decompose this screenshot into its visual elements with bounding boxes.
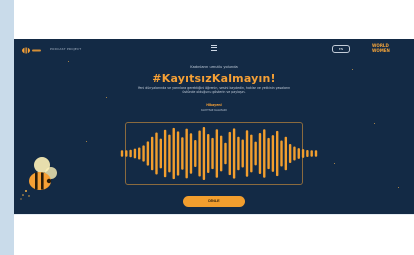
wave-bar xyxy=(194,140,197,167)
wave-bar xyxy=(129,149,132,158)
hero-screen: PODCAST PROJECT EN WORLD WOMEN Kadınları… xyxy=(14,39,414,214)
wave-bar xyxy=(168,134,171,173)
wave-bar xyxy=(245,130,249,177)
menu-icon[interactable] xyxy=(211,45,217,51)
listen-sub: KAYITSIZ KALMADI xyxy=(201,108,227,112)
wave-bar xyxy=(314,150,318,157)
wave-bar xyxy=(306,149,309,158)
wave-bar xyxy=(280,140,283,167)
star-dot xyxy=(334,163,336,165)
wave-bar xyxy=(138,147,141,160)
wave-bar xyxy=(176,131,180,176)
bee-logo-icon[interactable] xyxy=(20,46,42,55)
wave-bar xyxy=(237,136,240,171)
page-card: PODCAST PROJECT EN WORLD WOMEN Kadınları… xyxy=(14,0,414,255)
wave-bar xyxy=(276,130,279,177)
top-white-area xyxy=(14,0,414,39)
wave-bar xyxy=(310,150,313,157)
star-dot xyxy=(352,69,354,71)
wave-bar xyxy=(254,141,257,166)
brand-word-2: WOMEN xyxy=(372,47,390,53)
wave-bar xyxy=(202,127,206,180)
wave-bar xyxy=(271,135,275,172)
wave-bar xyxy=(228,131,231,176)
wave-bar xyxy=(189,133,193,174)
wave-bar xyxy=(146,141,150,166)
wave-bar xyxy=(250,134,253,173)
wave-bar xyxy=(185,128,188,179)
wave-bar xyxy=(215,129,219,178)
wave-bar xyxy=(224,142,227,165)
wave-bar xyxy=(297,148,300,159)
wave-bar xyxy=(293,146,296,161)
wave-bar xyxy=(142,145,145,162)
wave-bar xyxy=(155,132,158,175)
star-dot xyxy=(86,141,88,143)
wave-bar xyxy=(181,137,184,170)
brand-logo-right[interactable]: WORLD WOMEN xyxy=(372,43,402,53)
language-button[interactable]: EN xyxy=(332,45,350,53)
wave-bar xyxy=(241,139,244,168)
hero-description: Yeni dünyalarında ve yarınlara gerektiği… xyxy=(137,86,291,95)
wave-bar xyxy=(232,128,236,179)
star-dot xyxy=(374,123,376,125)
wave-bar xyxy=(120,150,124,157)
wave-bar xyxy=(125,150,128,157)
hero-hashtag: #KayıtsızKalmayın! xyxy=(152,72,276,85)
audio-waveform[interactable] xyxy=(114,122,324,185)
listen-label: Hikayeni xyxy=(206,103,222,107)
left-frame xyxy=(0,0,14,255)
wave-bar xyxy=(258,132,262,175)
wave-bar xyxy=(263,129,266,178)
wave-bar xyxy=(219,135,223,172)
wave-bar xyxy=(133,148,137,159)
nav-text[interactable]: PODCAST PROJECT xyxy=(50,47,81,51)
wave-bar xyxy=(159,138,162,169)
star-dot xyxy=(398,187,400,189)
wave-bar xyxy=(198,130,201,177)
star-dot xyxy=(106,97,108,99)
wave-bar xyxy=(288,144,292,163)
wave-bar xyxy=(172,127,175,180)
wave-bar xyxy=(211,137,214,170)
wave-bar xyxy=(163,129,167,178)
wave-bar xyxy=(267,137,270,170)
star-dot xyxy=(68,61,70,63)
wave-bar xyxy=(301,149,305,158)
wave-bar xyxy=(284,136,288,171)
bee-mascot-icon xyxy=(20,157,57,200)
play-button[interactable]: DİNLE xyxy=(183,196,245,207)
hero-kicker: Kadınların umutlu yolunda xyxy=(190,65,238,69)
bottom-white-area xyxy=(14,214,414,255)
wave-bar xyxy=(207,134,210,173)
wave-bar xyxy=(150,136,154,171)
